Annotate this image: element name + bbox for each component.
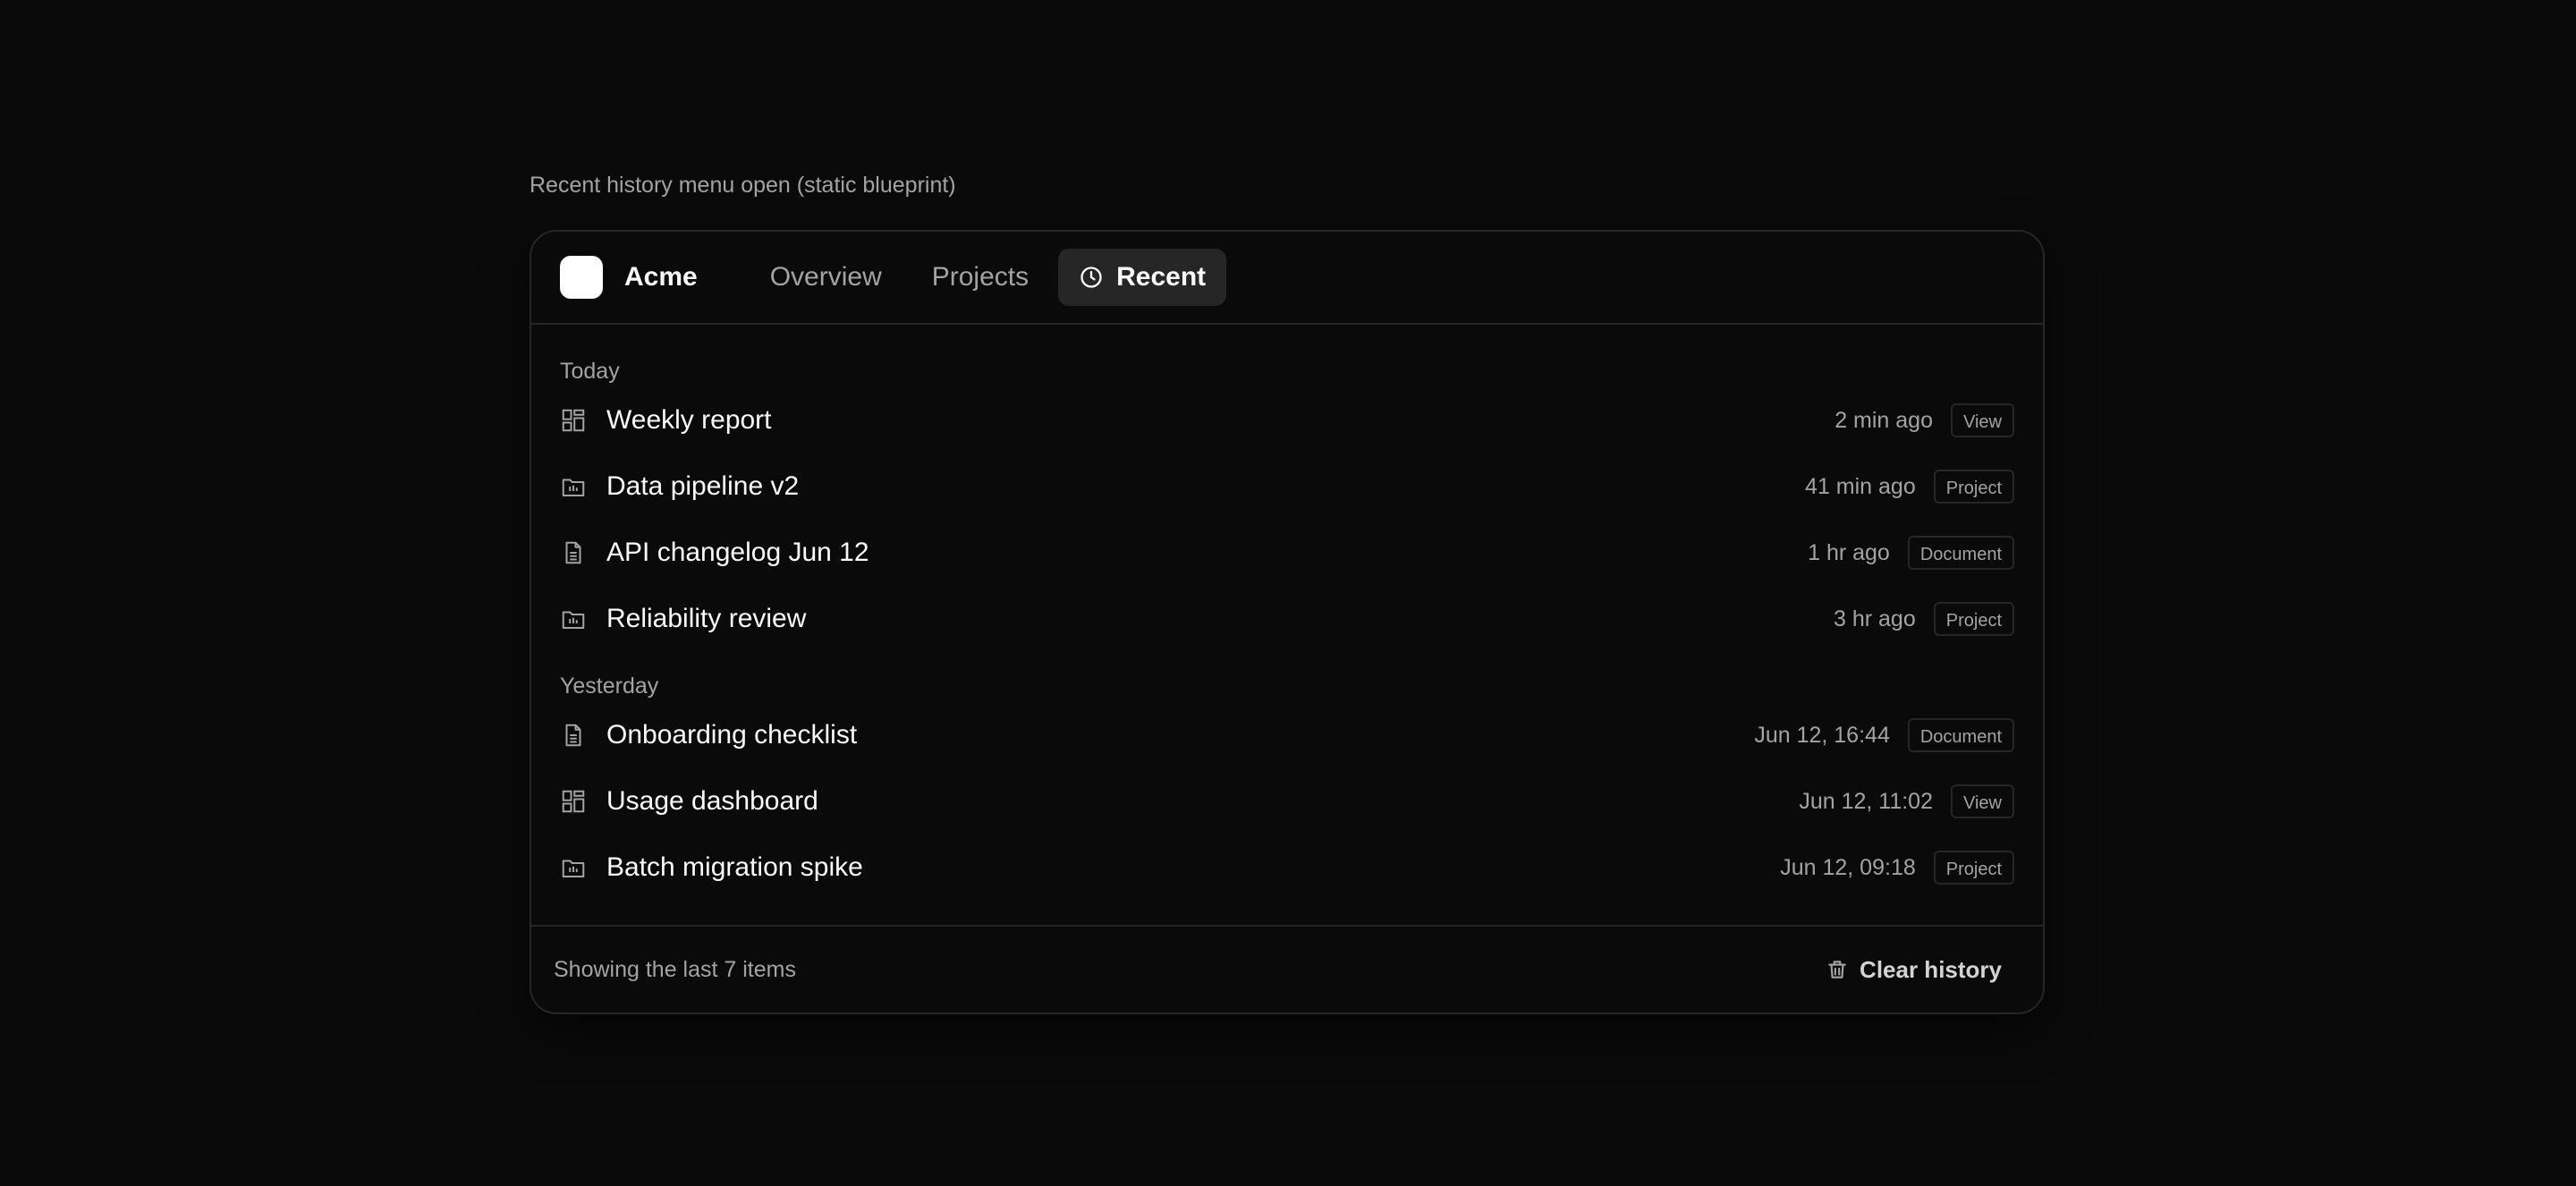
history-item-name: Onboarding checklist: [606, 720, 858, 750]
view-grid-icon: [560, 407, 587, 434]
history-item[interactable]: Data pipeline v2 41 min ago Project: [531, 453, 2043, 520]
top-nav-bar: Acme Overview Projects Recent: [531, 232, 2043, 325]
history-item[interactable]: Onboarding checklist Jun 12, 16:44 Documen…: [531, 702, 2043, 768]
trash-icon: [1828, 961, 1846, 978]
project-folder-icon: [560, 606, 587, 632]
nav-overview[interactable]: Overview: [750, 249, 902, 306]
main-nav: Overview Projects Recent: [750, 249, 1235, 306]
type-badge: Project: [1933, 602, 2014, 636]
clear-history-label: Clear history: [1860, 955, 2002, 983]
history-item-time: Jun 12, 09:18: [1780, 854, 1916, 880]
clock-icon: [1080, 267, 1102, 288]
history-item-name: Data pipeline v2: [606, 471, 800, 501]
items-count: Showing the last 7 items: [554, 956, 796, 982]
history-item[interactable]: Usage dashboard Jun 12, 11:02 View: [531, 768, 2043, 834]
type-badge: Project: [1933, 470, 2014, 504]
project-folder-icon: [560, 854, 587, 881]
clear-history-button[interactable]: Clear history: [1826, 956, 2002, 984]
recent-history-panel: Acme Overview Projects Recent Today Weekl…: [530, 230, 2045, 1014]
history-item[interactable]: Batch migration spike Jun 12, 09:18 Projec…: [531, 834, 2043, 901]
document-icon: [560, 539, 587, 566]
history-item-time: Jun 12, 16:44: [1754, 722, 1890, 748]
type-badge: View: [1951, 403, 2014, 437]
nav-recent-label: Recent: [1116, 262, 1207, 292]
nav-projects[interactable]: Projects: [911, 249, 1049, 306]
document-icon: [560, 722, 587, 749]
history-item-name: Usage dashboard: [606, 786, 818, 816]
history-item[interactable]: Weekly report 2 min ago View: [531, 387, 2043, 453]
history-item-time: Jun 12, 11:02: [1799, 788, 1933, 814]
history-item[interactable]: API changelog Jun 12 1 hr ago Document: [531, 520, 2043, 586]
history-item-time: 41 min ago: [1805, 473, 1916, 499]
type-badge: Document: [1907, 718, 2014, 752]
nav-recent[interactable]: Recent: [1058, 249, 1227, 306]
type-badge: Project: [1933, 851, 2014, 885]
history-item-name: Weekly report: [606, 405, 772, 435]
type-badge: Document: [1907, 536, 2014, 570]
history-item-time: 3 hr ago: [1834, 606, 1916, 631]
history-item-name: Reliability review: [606, 604, 807, 633]
history-item-name: Batch migration spike: [606, 852, 863, 882]
history-item-time: 2 min ago: [1835, 407, 1933, 433]
type-badge: View: [1951, 784, 2014, 818]
history-item-time: 1 hr ago: [1808, 539, 1890, 565]
section-label-yesterday: Yesterday: [560, 673, 659, 699]
section-label-today: Today: [560, 359, 620, 384]
history-footer: Showing the last 7 items Clear history: [531, 925, 2043, 1012]
brand-name[interactable]: Acme: [624, 262, 698, 292]
view-grid-icon: [560, 788, 587, 815]
page-caption: Recent history menu open (static bluepri…: [530, 173, 956, 198]
history-item-name: API changelog Jun 12: [606, 538, 869, 567]
project-folder-icon: [560, 473, 587, 500]
acme-logo[interactable]: [560, 256, 603, 299]
history-list: Today Weekly report 2 min ago View Data pipe…: [531, 325, 2043, 901]
history-item[interactable]: Reliability review 3 hr ago Project: [531, 586, 2043, 652]
